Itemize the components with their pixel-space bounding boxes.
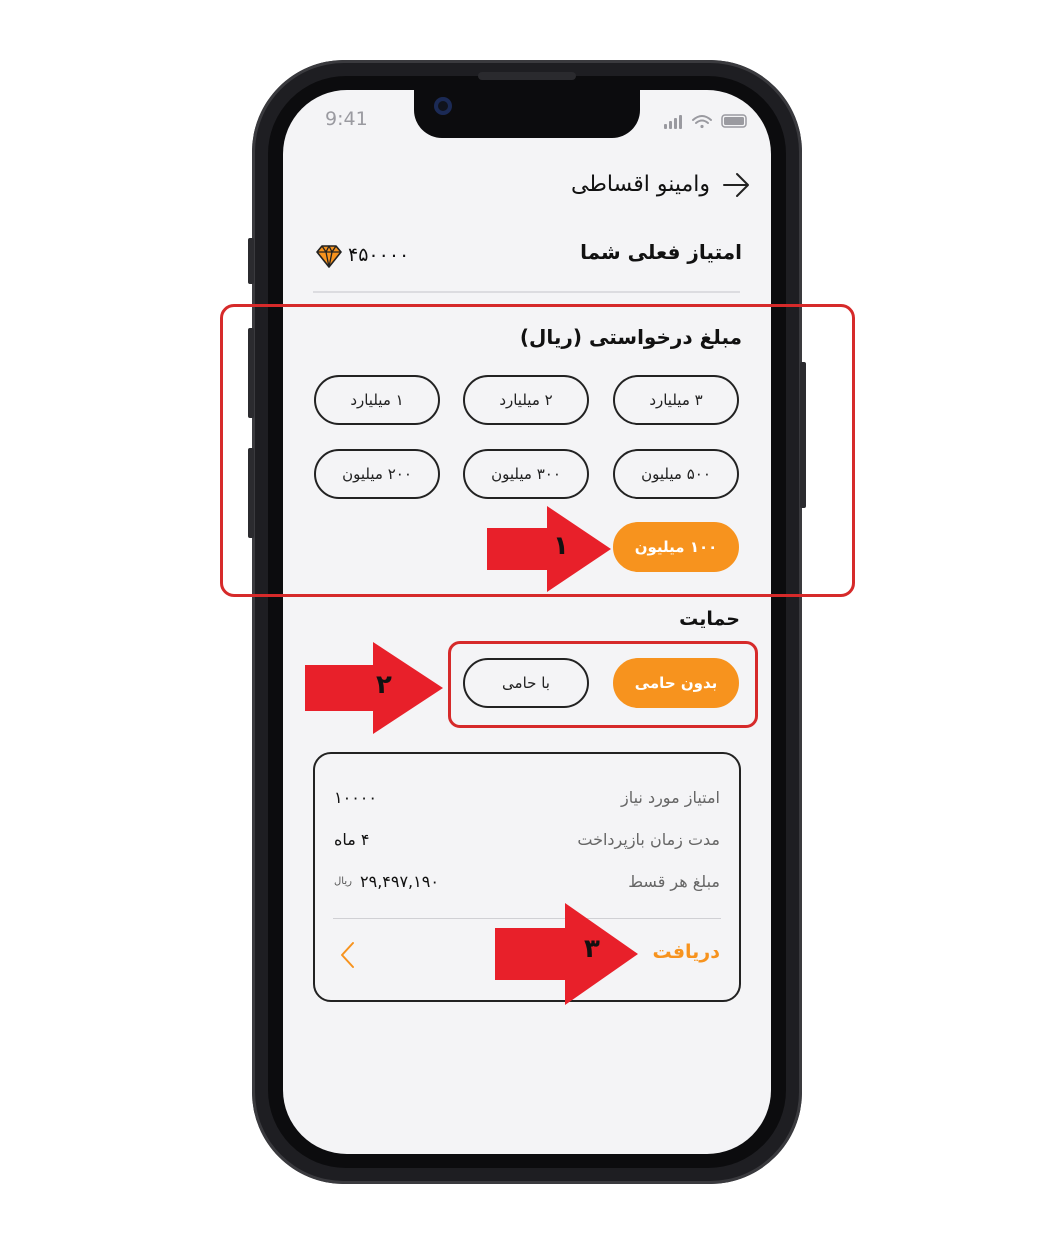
summary-value-repayment-period: ۴ ماه — [334, 830, 370, 849]
annotation-arrow-3 — [495, 903, 638, 1005]
receive-button[interactable]: دریافت — [652, 941, 720, 963]
annotation-step-1: ۱ — [553, 531, 569, 561]
wifi-icon — [692, 115, 712, 129]
status-time: 9:41 — [325, 108, 368, 130]
page-title: وامینو اقساطی — [571, 172, 710, 197]
annotation-arrow-2 — [305, 642, 443, 734]
summary-label-required-points: امتیاز مورد نیاز — [620, 788, 720, 807]
annotation-arrow-1 — [487, 506, 611, 592]
camera-icon — [434, 97, 452, 115]
points-label: امتیاز فعلی شما — [580, 240, 742, 264]
signal-icon — [664, 115, 682, 129]
summary-value-required-points: ۱۰۰۰۰ — [334, 788, 377, 807]
support-section-title: حمایت — [679, 608, 740, 630]
summary-label-repayment-period: مدت زمان بازپرداخت — [577, 830, 720, 849]
points-value: ۴۵۰۰۰۰ — [348, 244, 410, 266]
divider — [313, 291, 740, 293]
battery-icon — [721, 114, 747, 128]
annotation-step-3: ۳ — [584, 934, 600, 964]
phone-side-button — [248, 238, 254, 284]
phone-speaker — [478, 72, 576, 80]
annotation-box-support — [448, 641, 758, 728]
summary-unit: ریال — [334, 876, 352, 887]
diamond-icon — [316, 245, 342, 268]
annotation-step-2: ۲ — [376, 670, 392, 700]
arrow-right-icon[interactable] — [721, 170, 751, 200]
summary-label-installment-amount: مبلغ هر قسط — [628, 872, 720, 891]
status-icons — [664, 114, 747, 129]
chevron-left-icon[interactable] — [338, 940, 358, 970]
summary-value-installment-amount: ۲۹,۴۹۷,۱۹۰ — [360, 872, 439, 891]
